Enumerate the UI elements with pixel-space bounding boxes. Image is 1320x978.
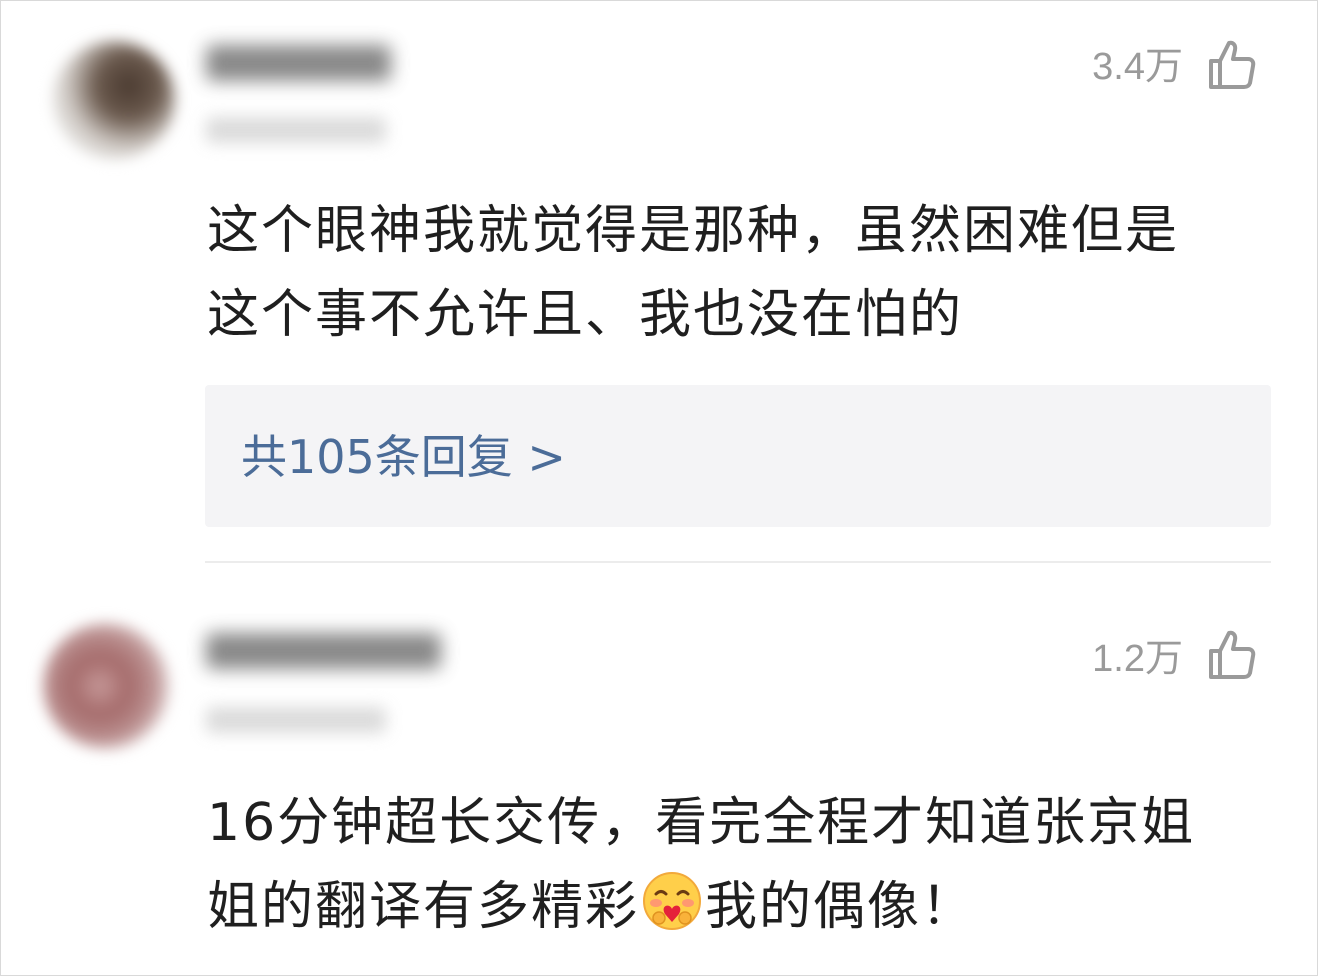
replies-panel[interactable]: 共105条回复 >	[205, 385, 1271, 527]
comment-text-line: 姐的翻译有多精彩 我的偶像！	[207, 865, 1257, 949]
timestamp-blurred	[206, 117, 386, 143]
comment-item: 3.4万 这个眼神我就觉得是那种，虽然困难但是 这个事不允许且、我也没在怕的 共…	[1, 1, 1320, 561]
comment-text-line: 这个眼神我就觉得是那种，虽然困难但是	[207, 201, 1180, 261]
comment-text: 16分钟超长交传，看完全程才知道张京姐 姐的翻译有多精彩 我的偶像！	[207, 781, 1257, 949]
thumbs-up-icon[interactable]	[1205, 627, 1257, 683]
like-count: 3.4万	[1092, 46, 1183, 88]
comment-text: 这个眼神我就觉得是那种，虽然困难但是 这个事不允许且、我也没在怕的	[207, 189, 1257, 357]
view-replies-link[interactable]: 共105条回复 >	[241, 431, 566, 483]
comment-text-segment: 我的偶像！	[705, 877, 976, 937]
thumbs-up-icon[interactable]	[1205, 37, 1257, 93]
avatar[interactable]	[53, 41, 175, 159]
avatar[interactable]	[43, 623, 169, 749]
username-blurred[interactable]	[206, 45, 391, 81]
comment-item: 1.2万 16分钟超长交传，看完全程才知道张京姐 姐的翻译有多精彩 我的偶像！	[1, 561, 1320, 978]
timestamp-blurred	[206, 707, 386, 733]
like-count: 1.2万	[1092, 638, 1183, 680]
comment-text-line: 16分钟超长交传，看完全程才知道张京姐	[207, 793, 1196, 853]
hugging-face-emoji-icon	[643, 872, 702, 930]
comment-list: 3.4万 这个眼神我就觉得是那种，虽然困难但是 这个事不允许且、我也没在怕的 共…	[0, 0, 1318, 976]
comment-text-segment: 姐的翻译有多精彩	[207, 877, 640, 937]
comment-text-line: 这个事不允许且、我也没在怕的	[207, 285, 964, 345]
username-blurred[interactable]	[206, 633, 441, 669]
